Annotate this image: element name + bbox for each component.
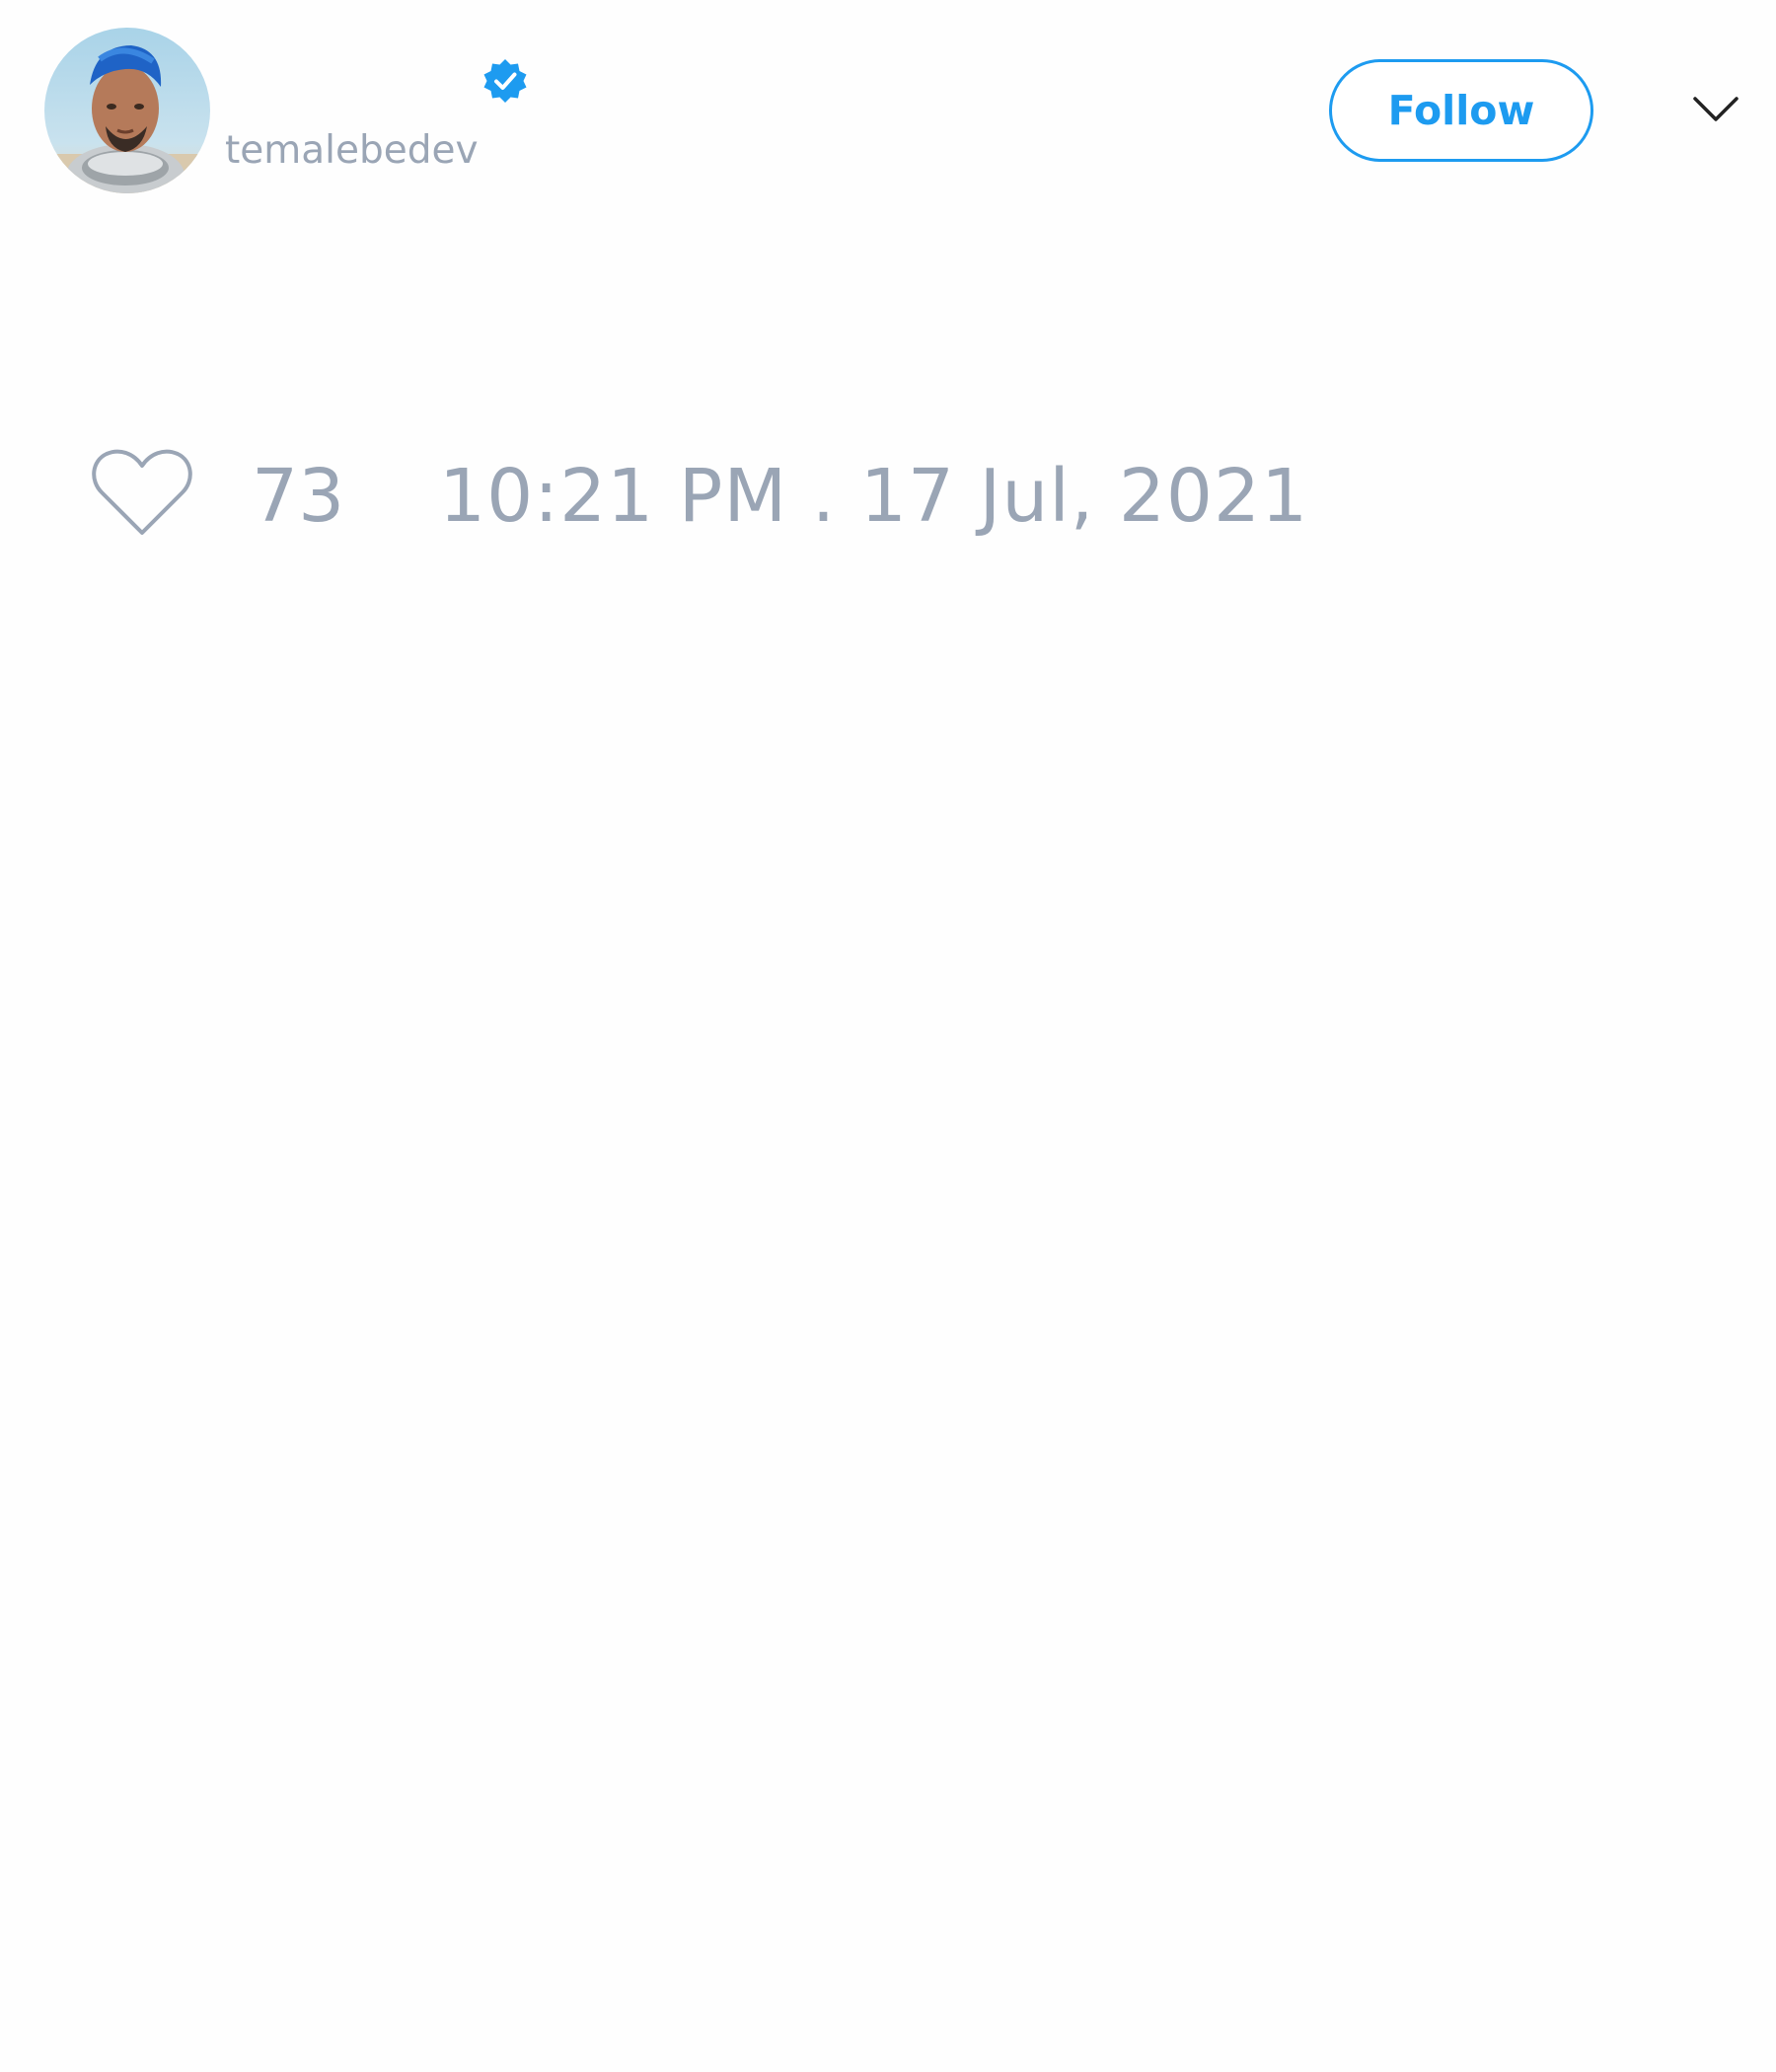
verified-badge-icon [481, 57, 529, 105]
heart-outline-icon[interactable] [89, 446, 195, 541]
chevron-down-icon[interactable] [1691, 91, 1740, 126]
like-count: 73 [252, 454, 345, 539]
avatar[interactable] [44, 28, 210, 193]
follow-button[interactable]: Follow [1329, 59, 1593, 162]
author-handle[interactable]: temalebedev [225, 126, 479, 176]
tweet-timestamp[interactable]: 10:21 PM . 17 Jul, 2021 [439, 452, 1308, 541]
